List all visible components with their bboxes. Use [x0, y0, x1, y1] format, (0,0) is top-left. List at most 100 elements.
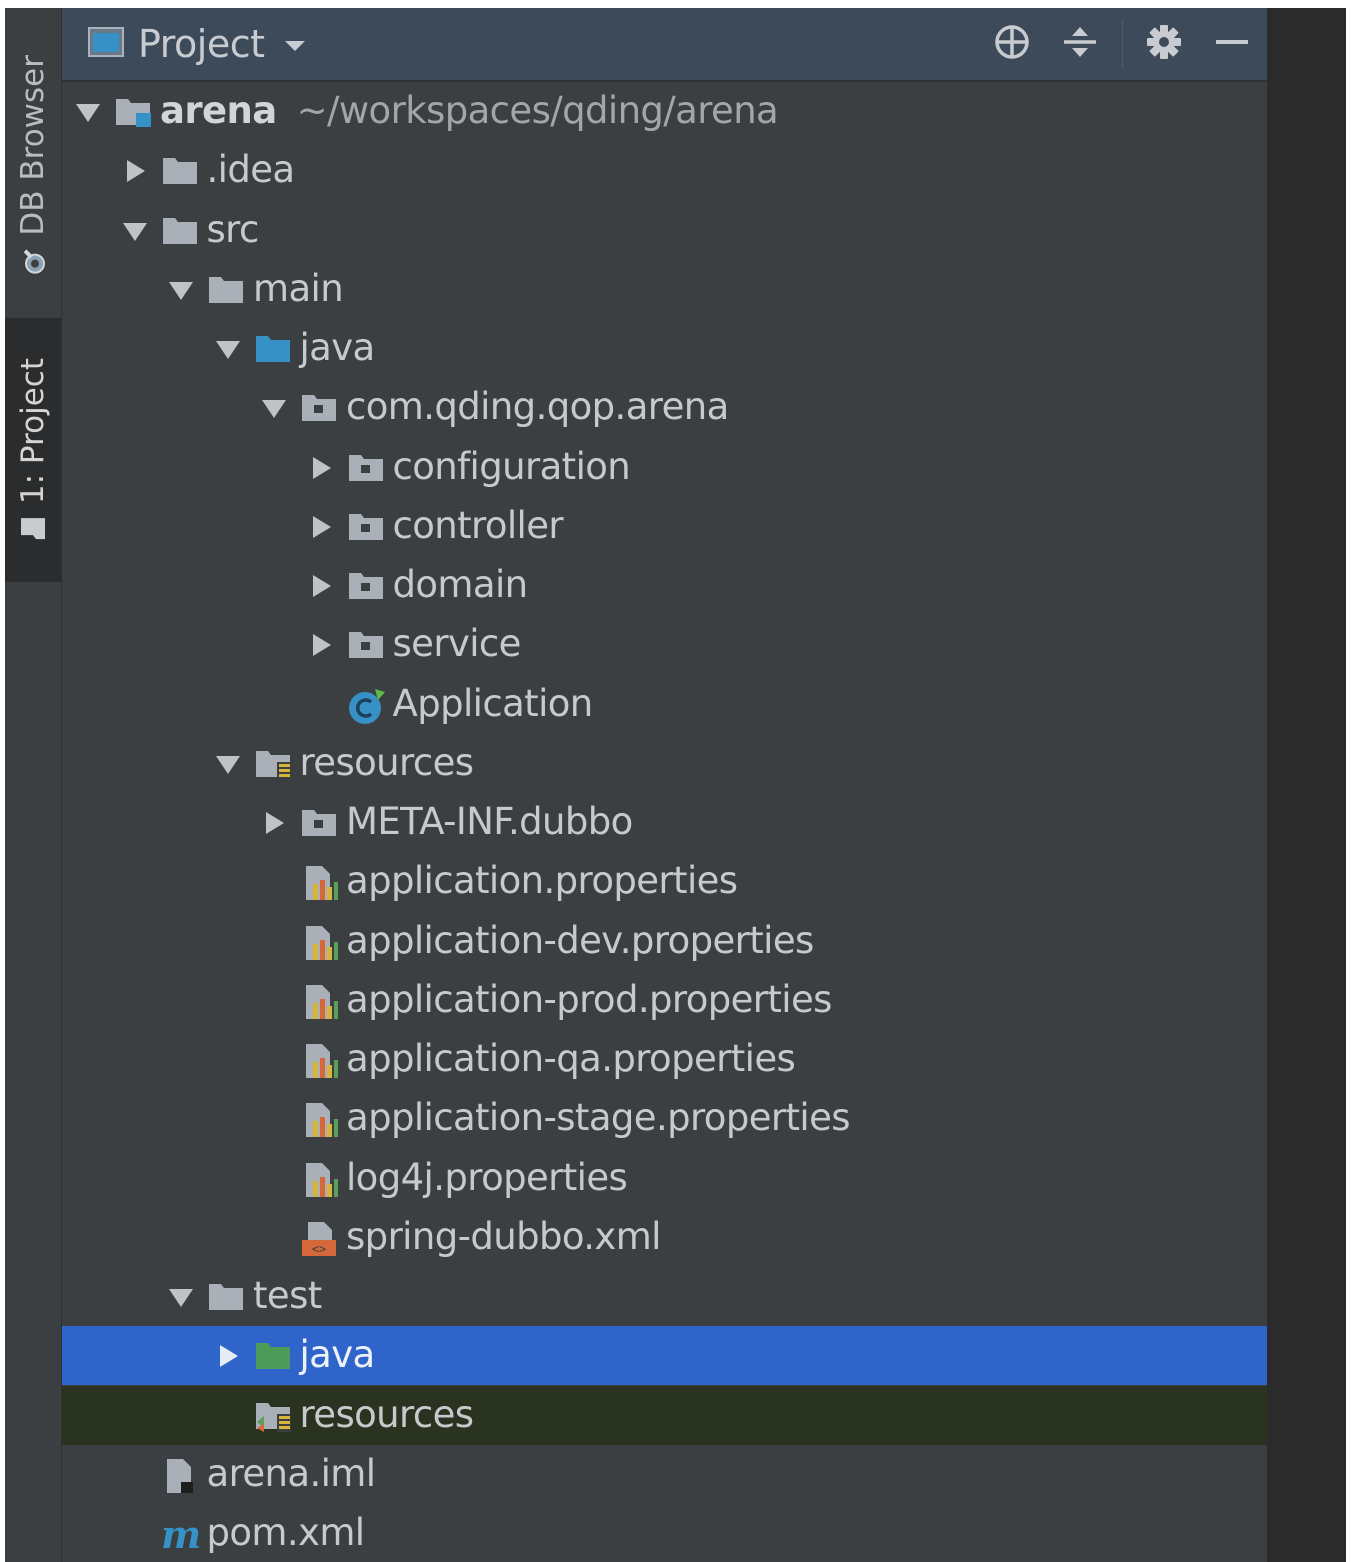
- package-icon: [347, 450, 387, 486]
- view-selector[interactable]: Project: [88, 18, 305, 70]
- tree-item-label: main: [253, 264, 344, 314]
- tree-item-name: test: [253, 1274, 322, 1317]
- folder-icon: [161, 213, 201, 249]
- locate-button[interactable]: [990, 22, 1034, 66]
- package-icon: [300, 805, 340, 841]
- tree-row[interactable]: arena ~/workspaces/qding/arena: [62, 82, 1267, 141]
- tab-project[interactable]: 1: Project: [5, 318, 61, 582]
- tree-row[interactable]: com.qding.qop.arena: [62, 378, 1267, 437]
- database-icon: [15, 247, 51, 275]
- tree-item-name: resources: [299, 1393, 475, 1436]
- expand-arrow-down-icon[interactable]: [262, 399, 286, 418]
- tree-item-name: .idea: [206, 148, 296, 191]
- tree-row[interactable]: application.properties: [62, 852, 1267, 911]
- tree-item-label: META-INF.dubbo: [346, 797, 633, 847]
- tree-item-label: application-stage.properties: [346, 1093, 851, 1143]
- collapse-all-button[interactable]: [1058, 22, 1102, 66]
- svg-text:m: m: [161, 1516, 201, 1554]
- tree-row[interactable]: configuration: [62, 438, 1267, 497]
- tree-item-name: domain: [392, 563, 529, 606]
- tree-row[interactable]: application-stage.properties: [62, 1089, 1267, 1148]
- tree-item-label: application-dev.properties: [346, 916, 814, 966]
- tree-row[interactable]: java: [62, 319, 1267, 378]
- tree-row[interactable]: java: [62, 1326, 1267, 1385]
- tree-row[interactable]: m pom.xml: [62, 1504, 1267, 1562]
- tree-row[interactable]: application-dev.properties: [62, 912, 1267, 971]
- tree-item-name: arena: [160, 89, 277, 132]
- tree-row[interactable]: application-qa.properties: [62, 1030, 1267, 1089]
- project-panel: Project arena ~/workspaces/qding/arena .…: [62, 8, 1267, 1562]
- folder-icon: [207, 272, 247, 308]
- tree-item-label: com.qding.qop.arena: [346, 382, 729, 432]
- ide-window: DB Browser 1: Project Project arena ~/wo…: [5, 8, 1346, 1562]
- tree-row[interactable]: log4j.properties: [62, 1149, 1267, 1208]
- tree-item-name: application.properties: [346, 859, 738, 902]
- settings-button[interactable]: [1142, 22, 1186, 66]
- tree-item-name: application-dev.properties: [346, 919, 814, 962]
- expand-arrow-down-icon[interactable]: [215, 755, 240, 774]
- header-separator: [1122, 20, 1123, 68]
- test-resources-folder-icon: [254, 1398, 294, 1434]
- tree-item-label: application-prod.properties: [346, 975, 832, 1025]
- expand-arrow-down-icon[interactable]: [169, 1288, 193, 1307]
- source-folder-icon: [254, 331, 294, 367]
- tree-row[interactable]: src: [62, 201, 1267, 260]
- expand-arrow-right-icon[interactable]: [312, 456, 331, 479]
- properties-file-icon: [300, 1042, 340, 1078]
- test-source-folder-icon: [254, 1338, 294, 1374]
- tab-db-browser-label: DB Browser: [15, 54, 51, 236]
- tree-item-name: spring-dubbo.xml: [346, 1215, 661, 1258]
- panel-header: Project: [62, 8, 1267, 82]
- chevron-down-icon: [284, 41, 305, 51]
- tree-row[interactable]: resources: [62, 1386, 1267, 1445]
- package-icon: [347, 627, 387, 663]
- tree-item-label: controller: [393, 501, 564, 551]
- tree-item-name: service: [392, 622, 522, 665]
- hide-panel-button[interactable]: [1210, 22, 1254, 66]
- tree-row[interactable]: application-prod.properties: [62, 971, 1267, 1030]
- tree-row[interactable]: test: [62, 1267, 1267, 1326]
- tree-item-label: resources: [299, 1390, 475, 1440]
- tree-item-name: src: [206, 208, 260, 251]
- tree-row[interactable]: Application: [62, 675, 1267, 734]
- tree-item-label: service: [392, 619, 522, 669]
- tree-row[interactable]: resources: [62, 734, 1267, 793]
- tree-item-label: test: [253, 1271, 322, 1321]
- resources-folder-icon: [254, 746, 294, 782]
- tree-item-label: configuration: [393, 442, 631, 492]
- properties-file-icon: [300, 1101, 340, 1137]
- tree-item-name: java: [299, 1333, 376, 1376]
- collapse-all-icon: [1062, 23, 1098, 65]
- tree-item-name: META-INF.dubbo: [346, 800, 633, 843]
- tree-row[interactable]: main: [62, 260, 1267, 319]
- expand-arrow-right-icon[interactable]: [312, 633, 331, 656]
- tree-item-label: arena.iml: [207, 1449, 377, 1499]
- tree-item-label: Application: [393, 679, 594, 729]
- tree-item-name: application-stage.properties: [346, 1096, 851, 1139]
- expand-arrow-right-icon[interactable]: [126, 159, 145, 182]
- expand-arrow-right-icon[interactable]: [312, 574, 331, 597]
- tree-row[interactable]: domain: [62, 556, 1267, 615]
- expand-arrow-down-icon[interactable]: [122, 222, 147, 241]
- expand-arrow-right-icon[interactable]: [266, 811, 284, 834]
- tree-item-name: java: [299, 326, 376, 369]
- tree-item-name: main: [253, 267, 344, 310]
- expand-arrow-down-icon[interactable]: [215, 340, 240, 359]
- tree-item-label: .idea: [206, 145, 296, 195]
- tree-row[interactable]: service: [62, 615, 1267, 674]
- tree-item-label: resources: [300, 738, 475, 788]
- tree-row[interactable]: controller: [62, 497, 1267, 556]
- tree-row[interactable]: .idea: [62, 141, 1267, 200]
- tree-item-name: log4j.properties: [346, 1156, 628, 1199]
- tree-row[interactable]: <> spring-dubbo.xml: [62, 1208, 1267, 1267]
- expand-arrow-right-icon[interactable]: [219, 1344, 238, 1367]
- expand-arrow-down-icon[interactable]: [76, 103, 100, 122]
- editor-area-edge: [1267, 8, 1346, 1562]
- tree-row[interactable]: META-INF.dubbo: [62, 793, 1267, 852]
- tab-db-browser[interactable]: DB Browser: [5, 26, 61, 304]
- tree-item-name: application-prod.properties: [346, 978, 832, 1021]
- expand-arrow-right-icon[interactable]: [312, 515, 331, 538]
- package-icon: [300, 390, 340, 426]
- expand-arrow-down-icon[interactable]: [169, 281, 193, 300]
- tree-row[interactable]: arena.iml: [62, 1445, 1267, 1504]
